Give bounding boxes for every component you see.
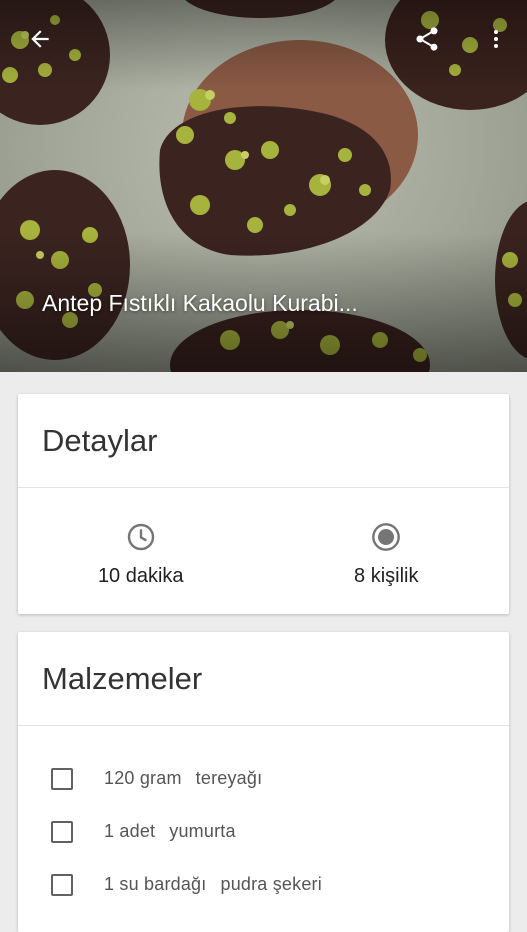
ingredient-checkbox[interactable]: [51, 767, 73, 790]
ingredient-text: 120 gram tereyağı: [104, 768, 262, 789]
ingredients-card: Malzemeler 120 gram tereyağı 1 adet yumurt…: [18, 632, 509, 932]
ingredient-item[interactable]: 1 adet yumurta: [18, 805, 509, 858]
details-row: 10 dakika 8 kişilik: [18, 488, 509, 614]
details-card: Detaylar 10 dakika 8 kişilik: [18, 394, 509, 614]
ingredient-name: pudra şekeri: [220, 874, 322, 894]
ingredient-item[interactable]: 1 su bardağı pudra şekeri: [18, 858, 509, 911]
servings: 8 kişilik: [264, 488, 510, 614]
ingredient-amount: 1 su bardağı: [104, 874, 207, 894]
servings-label: 8 kişilik: [354, 565, 419, 587]
ingredient-name: yumurta: [169, 821, 236, 841]
details-header: Detaylar: [18, 394, 509, 488]
recipe-title: Antep Fıstıklı Kakaolu Kurabi...: [42, 290, 358, 316]
ingredient-text: 1 adet yumurta: [104, 821, 236, 842]
top-scrim: [0, 0, 527, 90]
ingredients-list: 120 gram tereyağı 1 adet yumurta 1 su bard…: [18, 726, 509, 911]
ingredient-checkbox[interactable]: [51, 873, 73, 896]
ingredient-amount: 120 gram: [104, 768, 182, 788]
more-vert-icon: [494, 30, 498, 48]
prep-time-label: 10 dakika: [97, 565, 184, 587]
recipe-hero-image: Antep Fıstıklı Kakaolu Kurabi...: [0, 0, 527, 372]
ingredient-item[interactable]: 120 gram tereyağı: [18, 752, 509, 805]
share-button[interactable]: [407, 19, 447, 59]
clock-icon: [127, 523, 154, 551]
more-options-button[interactable]: [476, 19, 516, 59]
ingredient-checkbox[interactable]: [51, 820, 73, 843]
ingredient-name: tereyağı: [195, 768, 263, 788]
back-button[interactable]: [20, 19, 60, 59]
ingredients-header: Malzemeler: [18, 632, 509, 726]
arrow-back-icon: [31, 30, 49, 48]
ingredient-amount: 1 adet: [104, 821, 156, 841]
ingredient-text: 1 su bardağı pudra şekeri: [104, 874, 322, 895]
share-icon: [416, 27, 438, 51]
prep-time: 10 dakika: [18, 488, 264, 614]
radio-target-icon: [372, 523, 401, 551]
